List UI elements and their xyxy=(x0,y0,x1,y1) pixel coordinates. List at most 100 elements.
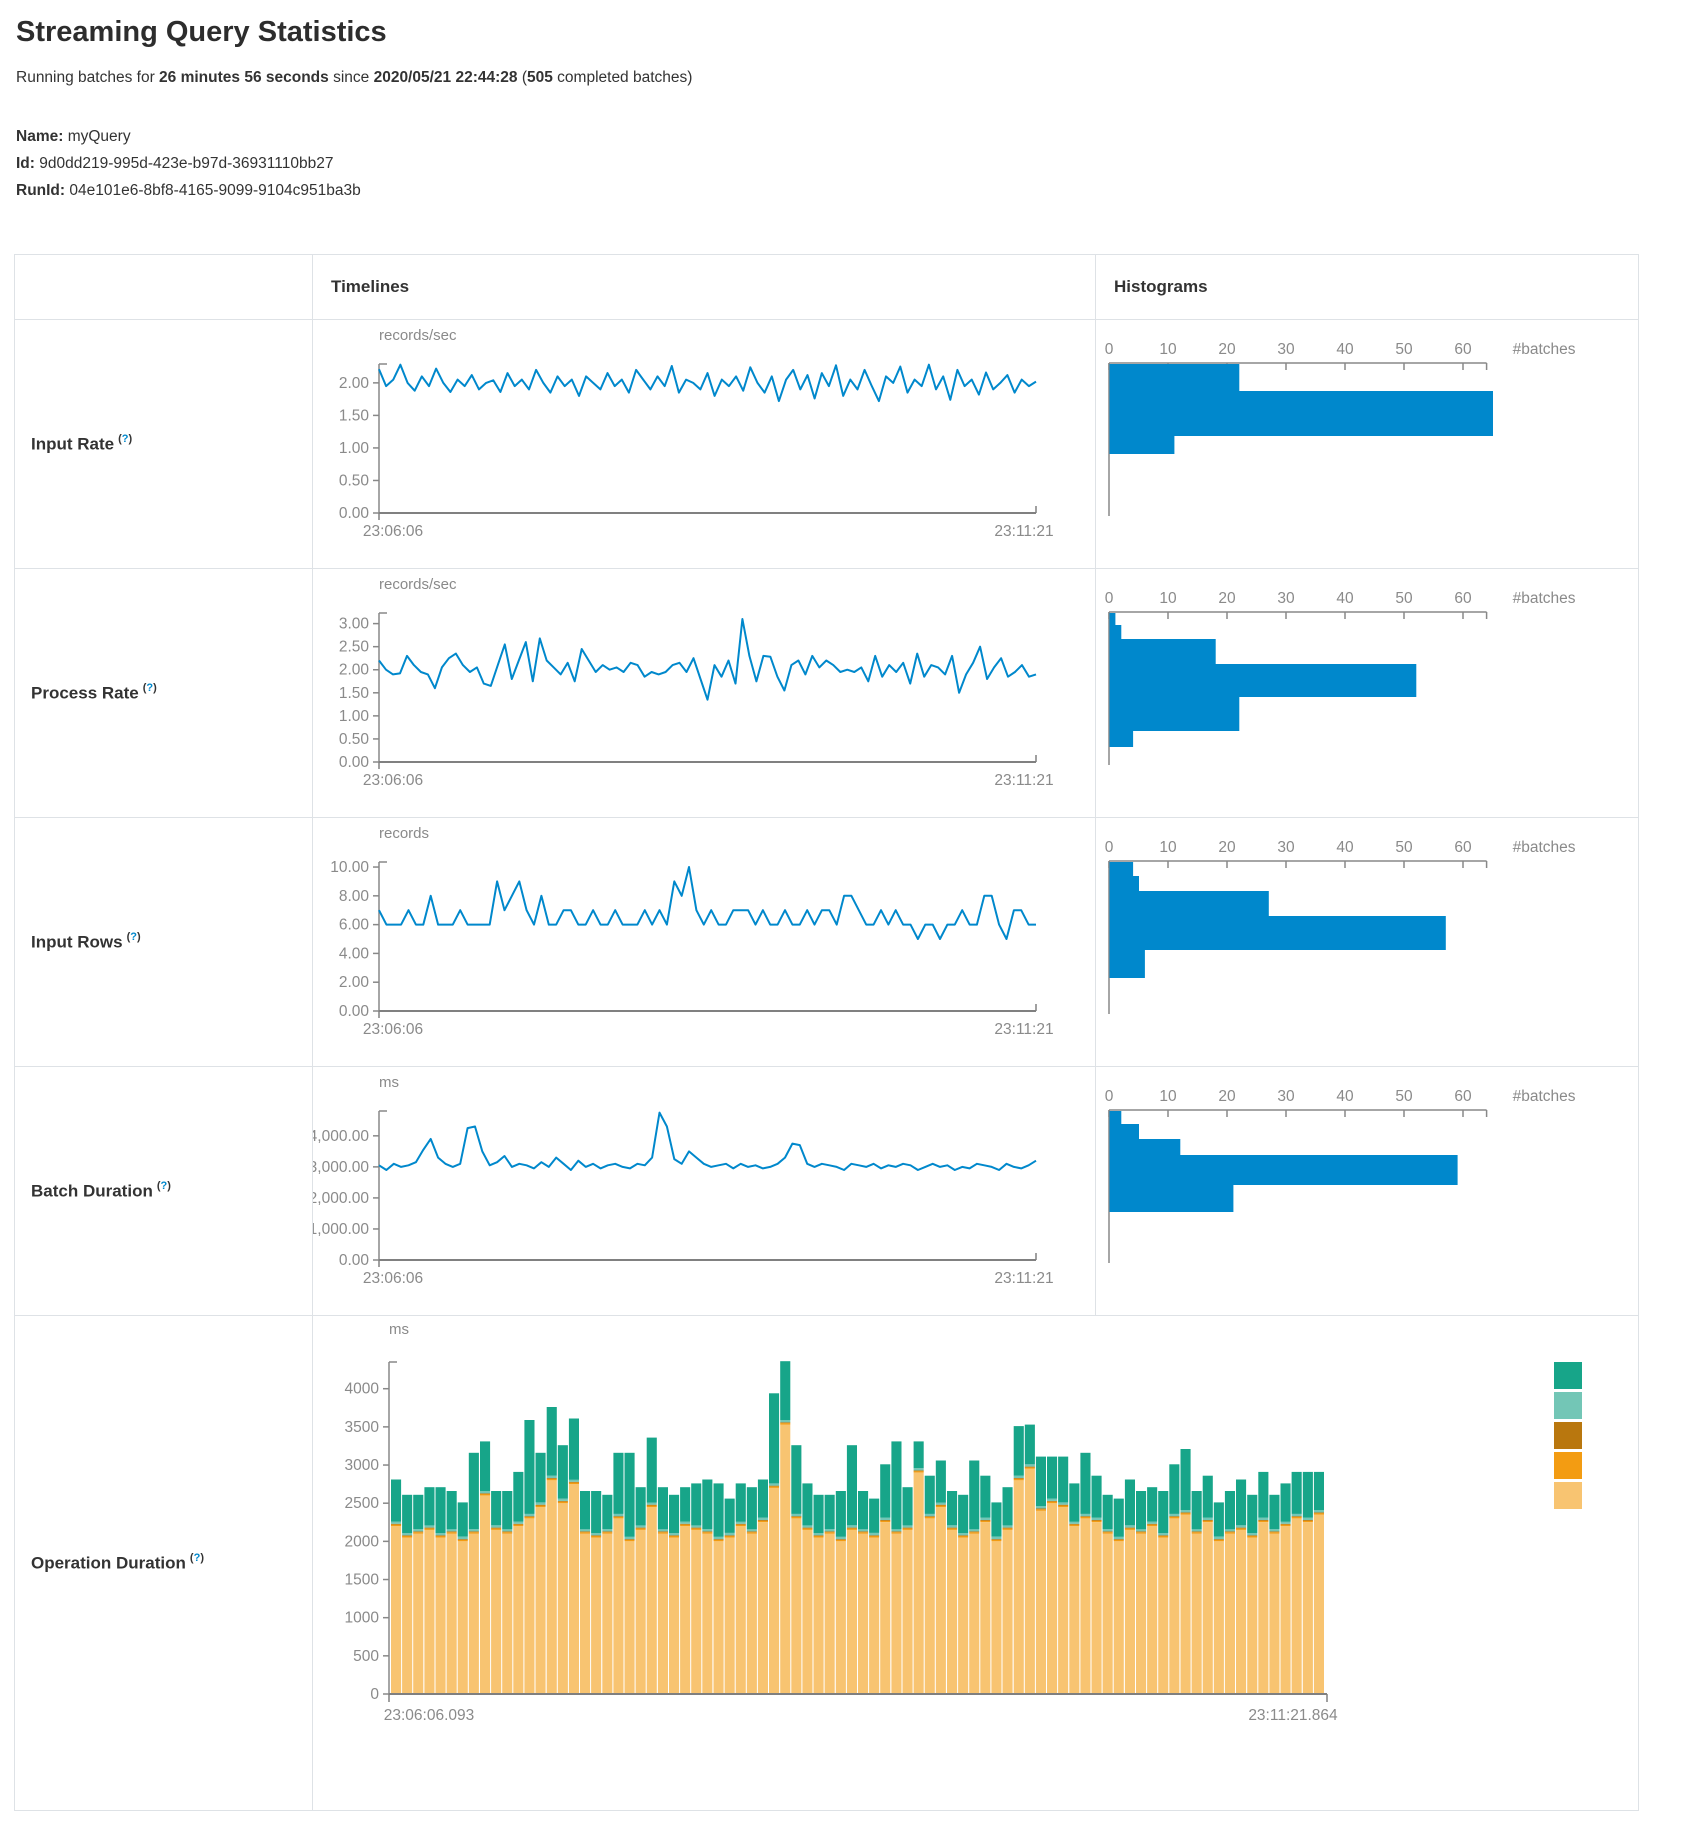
svg-text:20: 20 xyxy=(1218,1088,1236,1105)
svg-text:4000: 4000 xyxy=(345,1381,380,1398)
process-rate-timeline-chart: records/sec0.000.501.001.502.002.503.002… xyxy=(313,569,1095,817)
svg-text:50: 50 xyxy=(1395,590,1413,607)
svg-text:10: 10 xyxy=(1159,590,1177,607)
completed-batches-count: 505 xyxy=(527,69,553,86)
input-rate-help-icon[interactable]: (?) xyxy=(118,433,132,445)
svg-text:10: 10 xyxy=(1159,839,1177,856)
svg-text:1.50: 1.50 xyxy=(339,685,370,702)
legend-swatch-3 xyxy=(1554,1422,1582,1449)
svg-text:10: 10 xyxy=(1159,1088,1177,1105)
svg-text:50: 50 xyxy=(1395,839,1413,856)
row-input-rows: Input Rows(?) records0.002.004.006.008.0… xyxy=(15,818,1639,1067)
row-batch-duration: Batch Duration(?) ms0.001,000.002,000.00… xyxy=(15,1067,1639,1316)
query-id-row: Id: 9d0dd219-995d-423e-b97d-36931110bb27 xyxy=(16,150,1693,177)
svg-text:2.00: 2.00 xyxy=(339,662,370,679)
running-batches-summary: Running batches for 26 minutes 56 second… xyxy=(16,69,1693,87)
svg-text:3,000.00: 3,000.00 xyxy=(313,1159,369,1176)
page: Streaming Query Statistics Running batch… xyxy=(0,16,1693,1811)
summary-suffix: completed batches) xyxy=(553,69,693,86)
svg-text:0: 0 xyxy=(1105,341,1114,358)
svg-text:#batches: #batches xyxy=(1513,1088,1576,1105)
svg-text:2500: 2500 xyxy=(345,1495,380,1512)
summary-open-paren: ( xyxy=(518,69,527,86)
row-label-input-rows: Input Rows(?) xyxy=(15,818,313,1067)
svg-text:1500: 1500 xyxy=(345,1572,380,1589)
svg-text:30: 30 xyxy=(1277,839,1295,856)
run-duration: 26 minutes 56 seconds xyxy=(159,69,329,86)
svg-text:#batches: #batches xyxy=(1513,341,1576,358)
svg-text:30: 30 xyxy=(1277,1088,1295,1105)
svg-text:0: 0 xyxy=(1105,839,1114,856)
svg-text:23:06:06: 23:06:06 xyxy=(363,1021,423,1038)
svg-text:40: 40 xyxy=(1336,839,1354,856)
svg-text:1.00: 1.00 xyxy=(339,708,370,725)
svg-text:23:06:06.093: 23:06:06.093 xyxy=(384,1707,475,1724)
svg-text:4,000.00: 4,000.00 xyxy=(313,1128,369,1145)
svg-text:2,000.00: 2,000.00 xyxy=(313,1190,369,1207)
svg-text:60: 60 xyxy=(1454,839,1472,856)
svg-text:10.00: 10.00 xyxy=(330,859,369,876)
process-rate-help-icon[interactable]: (?) xyxy=(143,682,157,694)
id-label: Id: xyxy=(16,155,35,172)
svg-text:2.00: 2.00 xyxy=(339,375,370,392)
svg-text:#batches: #batches xyxy=(1513,590,1576,607)
svg-text:60: 60 xyxy=(1454,590,1472,607)
batch-duration-help-icon[interactable]: (?) xyxy=(157,1180,171,1192)
svg-text:8.00: 8.00 xyxy=(339,888,370,905)
svg-text:0.00: 0.00 xyxy=(339,505,370,522)
svg-text:4.00: 4.00 xyxy=(339,945,370,962)
svg-text:50: 50 xyxy=(1395,1088,1413,1105)
operation-duration-stacked-chart: ms0500100015002000250030003500400023:06:… xyxy=(313,1316,1638,1810)
header-empty xyxy=(15,255,313,320)
input-rate-histogram-chart: 0102030405060#batches xyxy=(1096,320,1638,568)
input-rows-help-icon[interactable]: (?) xyxy=(127,931,141,943)
svg-text:1.00: 1.00 xyxy=(339,440,370,457)
column-header-timelines: Timelines xyxy=(313,255,1096,320)
svg-text:ms: ms xyxy=(389,1321,409,1338)
row-label-operation-duration: Operation Duration(?) xyxy=(15,1316,313,1811)
row-label-input-rate: Input Rate(?) xyxy=(15,320,313,569)
svg-text:20: 20 xyxy=(1218,341,1236,358)
svg-text:2000: 2000 xyxy=(345,1533,380,1550)
svg-text:0.00: 0.00 xyxy=(339,754,370,771)
svg-text:0: 0 xyxy=(1105,590,1114,607)
legend-swatch-5 xyxy=(1554,1482,1582,1509)
svg-text:60: 60 xyxy=(1454,341,1472,358)
runid-value: 04e101e6-8bf8-4165-9099-9104c951ba3b xyxy=(69,182,360,199)
process-rate-histogram-chart: 0102030405060#batches xyxy=(1096,569,1638,817)
batch-duration-timeline-chart: ms0.001,000.002,000.003,000.004,000.0023… xyxy=(313,1067,1095,1315)
svg-text:3000: 3000 xyxy=(345,1457,380,1474)
query-runid-row: RunId: 04e101e6-8bf8-4165-9099-9104c951b… xyxy=(16,177,1693,204)
legend-swatch-4 xyxy=(1554,1452,1582,1479)
column-header-histograms: Histograms xyxy=(1096,255,1639,320)
svg-text:0.00: 0.00 xyxy=(339,1003,370,1020)
legend-swatch-2 xyxy=(1554,1392,1582,1419)
svg-text:ms: ms xyxy=(379,1074,399,1091)
svg-text:20: 20 xyxy=(1218,590,1236,607)
svg-text:50: 50 xyxy=(1395,341,1413,358)
svg-text:500: 500 xyxy=(353,1648,379,1665)
query-name-row: Name: myQuery xyxy=(16,123,1693,150)
svg-text:30: 30 xyxy=(1277,590,1295,607)
runid-label: RunId: xyxy=(16,182,65,199)
svg-text:23:06:06: 23:06:06 xyxy=(363,523,423,540)
input-rows-timeline-chart: records0.002.004.006.008.0010.0023:06:06… xyxy=(313,818,1095,1066)
svg-text:23:11:21: 23:11:21 xyxy=(994,1021,1053,1038)
svg-text:23:11:21: 23:11:21 xyxy=(994,1270,1053,1287)
svg-text:0: 0 xyxy=(1105,1088,1114,1105)
svg-text:1000: 1000 xyxy=(345,1610,380,1627)
svg-text:23:06:06: 23:06:06 xyxy=(363,772,423,789)
svg-text:records: records xyxy=(379,825,429,842)
svg-text:30: 30 xyxy=(1277,341,1295,358)
query-metadata: Name: myQuery Id: 9d0dd219-995d-423e-b97… xyxy=(16,123,1693,204)
svg-text:3.00: 3.00 xyxy=(339,616,370,633)
svg-text:10: 10 xyxy=(1159,341,1177,358)
svg-text:23:11:21: 23:11:21 xyxy=(994,772,1053,789)
input-rows-histogram-chart: 0102030405060#batches xyxy=(1096,818,1638,1066)
summary-since: since xyxy=(329,69,374,86)
svg-text:records/sec: records/sec xyxy=(379,576,457,593)
svg-text:3500: 3500 xyxy=(345,1419,380,1436)
stats-table: Timelines Histograms Input Rate(?) recor… xyxy=(14,254,1639,1811)
svg-text:23:11:21: 23:11:21 xyxy=(994,523,1053,540)
operation-duration-help-icon[interactable]: (?) xyxy=(190,1552,204,1564)
